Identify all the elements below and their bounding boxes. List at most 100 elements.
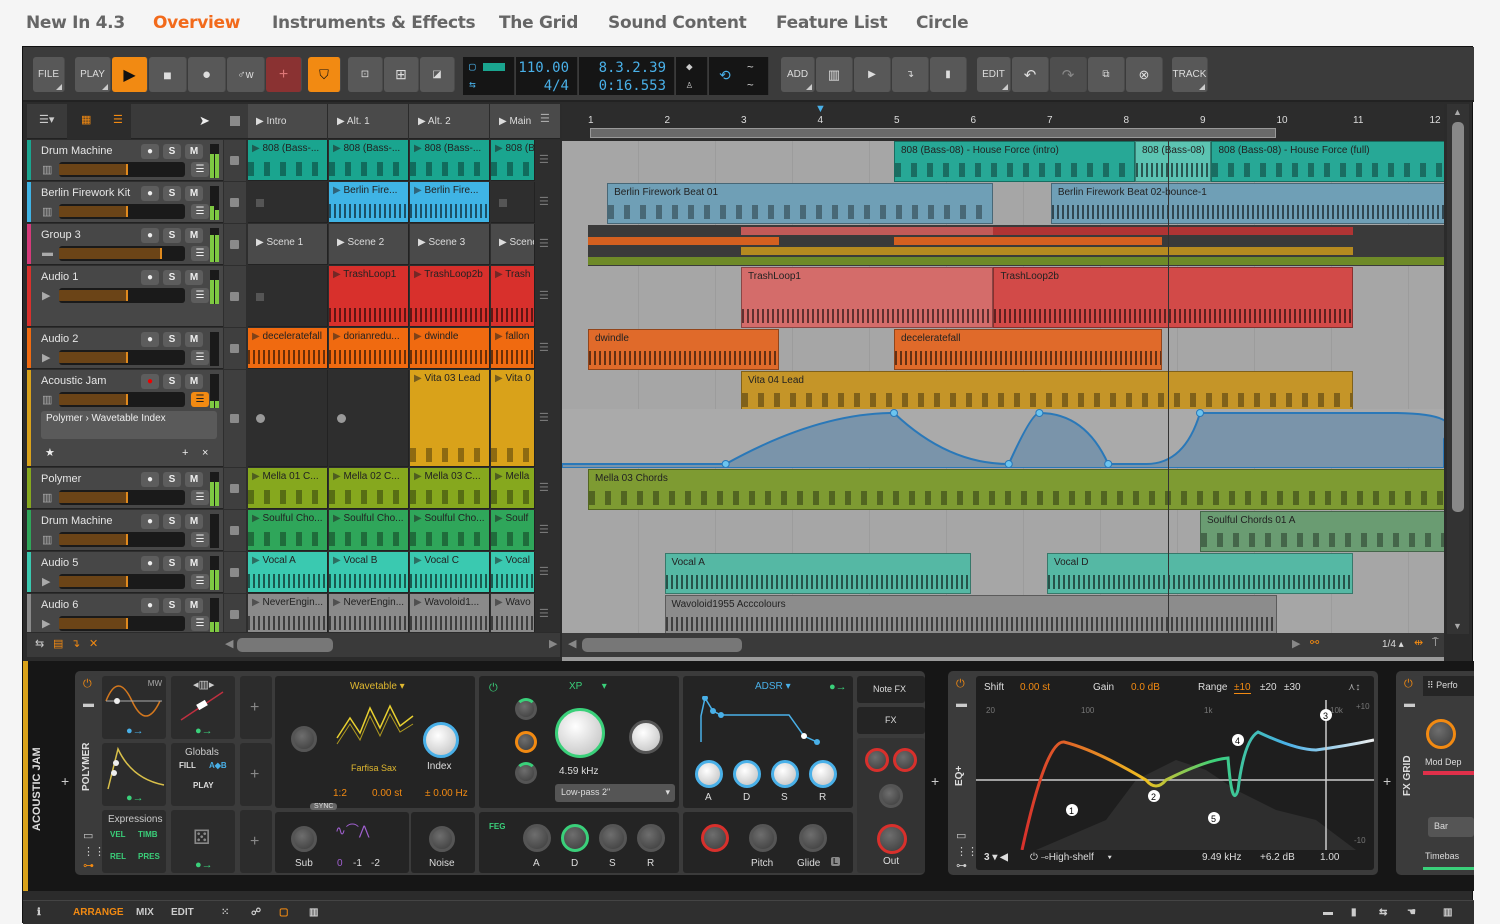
track-name[interactable]: Audio 6 bbox=[41, 599, 78, 611]
arranger-clip[interactable]: 808 (Bass-08) - House Force (full) bbox=[1211, 141, 1444, 182]
amp-decay-knob[interactable] bbox=[733, 760, 761, 788]
pointer-tool-icon[interactable]: ➤ bbox=[199, 114, 210, 127]
nav-feature-list[interactable]: Feature List bbox=[776, 13, 888, 33]
launcher-clip[interactable]: Soulful Cho... bbox=[410, 510, 490, 551]
launcher-clip[interactable]: Mella 01 C... bbox=[248, 468, 328, 509]
launcher-clip[interactable]: TrashLoop1 bbox=[329, 266, 409, 327]
launcher-clip[interactable]: dorianredu... bbox=[329, 328, 409, 369]
group-scene-slot[interactable]: ▶ Scene 1 bbox=[248, 224, 328, 265]
automation-lane[interactable] bbox=[562, 409, 1444, 468]
globals-modulator[interactable]: Globals FILL A◆B PLAY bbox=[171, 743, 235, 806]
automation-write-button[interactable]: ♂w bbox=[227, 57, 265, 92]
volume-fader[interactable] bbox=[59, 288, 185, 303]
add-modulator-slot[interactable]: + bbox=[240, 743, 272, 806]
track-menu-button[interactable]: ☰ bbox=[191, 288, 209, 303]
sub-octave-1[interactable]: -1 bbox=[353, 858, 362, 869]
launcher-clip[interactable]: Wavo bbox=[491, 594, 535, 632]
automation-point[interactable] bbox=[1035, 409, 1044, 417]
fx-slot[interactable]: FX bbox=[857, 707, 925, 734]
launcher-clip[interactable]: Soulf bbox=[491, 510, 535, 551]
glide-knob[interactable] bbox=[799, 824, 827, 852]
osc-knob[interactable] bbox=[291, 726, 317, 752]
power-icon[interactable]: ⏻ bbox=[1404, 679, 1413, 690]
io-icon[interactable]: ⇆ bbox=[1379, 907, 1387, 918]
modulator-icon[interactable]: ⊶ bbox=[956, 861, 967, 872]
record-arm-button[interactable]: ● bbox=[141, 332, 159, 347]
solo-button[interactable]: S bbox=[163, 556, 181, 571]
track-header[interactable]: Audio 6 ● S M ▶ ☰ bbox=[27, 594, 223, 632]
power-icon[interactable]: ⏻ bbox=[83, 679, 92, 690]
track-stop-cell[interactable] bbox=[224, 328, 246, 369]
mode-indicator[interactable]: ▢ ⇆ bbox=[463, 57, 515, 95]
osc-type-select[interactable]: Wavetable ▾ bbox=[350, 681, 405, 692]
add-instrument-button[interactable]: ▥ bbox=[816, 57, 853, 92]
remove-automation-icon[interactable]: × bbox=[202, 448, 208, 459]
add-device-icon[interactable]: + bbox=[1383, 774, 1391, 788]
track-header[interactable]: Group 3 ● S M ▬ ☰ bbox=[27, 224, 223, 265]
record-arm-button[interactable]: ● bbox=[141, 598, 159, 613]
launcher-clip[interactable]: Berlin Fire... bbox=[329, 182, 409, 223]
scroll-right-icon[interactable]: ▶ bbox=[1292, 639, 1300, 650]
gain-value[interactable]: 0.0 dB bbox=[1131, 682, 1160, 693]
launcher-clip[interactable]: dwindle bbox=[410, 328, 490, 369]
cutoff-knob[interactable] bbox=[555, 708, 605, 758]
mute-button[interactable]: M bbox=[185, 374, 203, 389]
range-30[interactable]: ±30 bbox=[1284, 682, 1301, 693]
track-menu-button[interactable]: TRACK bbox=[1172, 57, 1208, 92]
mute-button[interactable]: M bbox=[185, 270, 203, 285]
eq-curve[interactable]: 1 2 3 4 5 bbox=[976, 700, 1374, 850]
grid-value[interactable]: 1/4 ▴ bbox=[1382, 639, 1404, 650]
solo-button[interactable]: S bbox=[163, 144, 181, 159]
scene-menu-icon[interactable]: ☰ bbox=[540, 114, 550, 125]
launcher-clip[interactable]: 808 (B bbox=[491, 140, 535, 181]
filter-mode-select[interactable]: Low-pass 2" ▾ bbox=[555, 784, 675, 802]
mute-button[interactable]: M bbox=[185, 598, 203, 613]
volume-fader[interactable] bbox=[59, 532, 185, 547]
favorite-icon[interactable]: ★ bbox=[45, 448, 55, 459]
launcher-clip[interactable]: 808 (Bass-... bbox=[248, 140, 328, 181]
empty-clip-slot[interactable] bbox=[491, 182, 535, 223]
peak-icon[interactable]: ⋏↕ bbox=[1348, 682, 1360, 693]
volume-fader[interactable] bbox=[59, 350, 185, 365]
pitch-knob[interactable] bbox=[749, 824, 777, 852]
launcher-clip[interactable]: NeverEngin... bbox=[329, 594, 409, 632]
band-q[interactable]: 1.00 bbox=[1320, 852, 1339, 863]
eq-display[interactable]: Shift 0.00 st Gain 0.0 dB Range ±10 ±20 … bbox=[976, 676, 1374, 870]
add-clip-button[interactable]: ⊞ bbox=[384, 57, 419, 92]
track-name[interactable]: Audio 5 bbox=[41, 557, 78, 569]
mod-arrow-icon[interactable]: ●→ bbox=[126, 726, 144, 737]
track-stop-cell[interactable] bbox=[224, 468, 246, 509]
loop-region[interactable] bbox=[590, 128, 1276, 138]
arranger-icon[interactable]: ☰ bbox=[113, 115, 123, 126]
launcher-clip[interactable]: Mella bbox=[491, 468, 535, 509]
arranger-clip[interactable]: Vocal A bbox=[664, 553, 971, 594]
track-header[interactable]: Berlin Firework Kit ● S M ▥ ☰ bbox=[27, 182, 223, 223]
mod-arrow-icon[interactable]: ●→ bbox=[195, 860, 213, 871]
scroll-right-icon[interactable]: ▶ bbox=[549, 639, 557, 650]
folder-icon[interactable]: ▬ bbox=[956, 699, 967, 710]
window-icon[interactable]: ▭ bbox=[956, 831, 966, 842]
modulator-icon[interactable]: ⊶ bbox=[83, 861, 94, 872]
track-menu-button[interactable]: ☰ bbox=[191, 574, 209, 589]
lfo-modulator[interactable]: MW ●→ bbox=[102, 676, 166, 739]
mute-button[interactable]: M bbox=[185, 228, 203, 243]
pin-icon[interactable]: ⍑ bbox=[1432, 638, 1439, 649]
out-knob[interactable] bbox=[877, 824, 907, 854]
scene-slot-menu-icon[interactable]: ☰ bbox=[539, 196, 549, 208]
scroll-left-icon[interactable]: ◀ bbox=[568, 639, 576, 650]
position-display[interactable]: 8.3.2.39 0:16.553 bbox=[579, 57, 675, 95]
pan-knob[interactable] bbox=[865, 748, 889, 772]
add-menu-button[interactable]: ADD bbox=[781, 57, 815, 92]
scene-slot-menu-icon[interactable]: ☰ bbox=[539, 566, 549, 578]
timebase-select[interactable]: Bar bbox=[1428, 817, 1474, 837]
track-header[interactable]: Drum Machine ● S M ▥ ☰ bbox=[27, 510, 223, 551]
follow-icon[interactable]: ↴ bbox=[71, 639, 80, 650]
insert-button[interactable]: ↴ bbox=[892, 57, 929, 92]
mute-button[interactable]: M bbox=[185, 332, 203, 347]
launcher-clip[interactable]: NeverEngin... bbox=[248, 594, 328, 632]
scene-slot-menu-icon[interactable]: ☰ bbox=[539, 154, 549, 166]
arranger-clip[interactable]: Vocal D bbox=[1047, 553, 1353, 594]
launcher-clip[interactable]: TrashLoop2b bbox=[410, 266, 490, 327]
mute-button[interactable]: M bbox=[185, 556, 203, 571]
track-menu-button[interactable]: ☰ bbox=[191, 616, 209, 631]
